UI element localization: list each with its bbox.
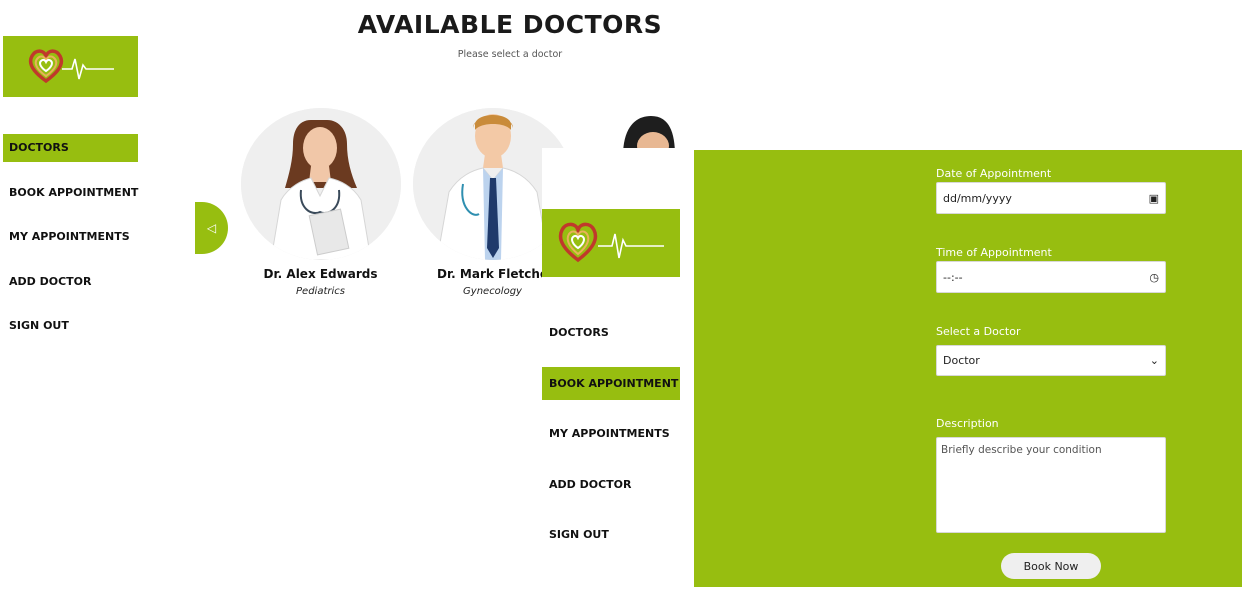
sidebar-item-my-appointments[interactable]: MY APPOINTMENTS [3, 223, 138, 251]
sidebar-item-sign-out[interactable]: SIGN OUT [3, 312, 138, 340]
heart-pulse-logo-icon [28, 48, 114, 83]
page-title: AVAILABLE DOCTORS [357, 10, 663, 39]
chevron-left-icon: ◁ [206, 221, 217, 235]
calendar-icon[interactable]: ▣ [1149, 192, 1159, 205]
page-subtitle: Please select a doctor [457, 49, 563, 60]
heart-pulse-logo-icon [558, 222, 664, 263]
sidebar-item-add-doctor[interactable]: ADD DOCTOR [3, 268, 138, 296]
sidebar-item-doctors[interactable]: DOCTORS [542, 316, 680, 349]
date-label: Date of Appointment [936, 167, 1052, 180]
logo[interactable] [542, 209, 680, 277]
doctor-photo [240, 108, 401, 260]
sidebar-overlay: DOCTORS BOOK APPOINTMENT MY APPOINTMENTS… [542, 148, 694, 593]
time-label: Time of Appointment [936, 246, 1052, 259]
sidebar-nav: DOCTORS BOOK APPOINTMENT MY APPOINTMENTS… [542, 316, 680, 569]
booking-form: Date of Appointment dd/mm/yyyy ▣ Time of… [694, 150, 1242, 587]
description-textarea[interactable] [936, 437, 1166, 533]
carousel-prev-button[interactable]: ◁ [195, 202, 228, 254]
time-value: --:-- [943, 270, 963, 284]
date-input[interactable]: dd/mm/yyyy ▣ [936, 182, 1166, 214]
sidebar-item-sign-out[interactable]: SIGN OUT [542, 518, 680, 551]
sidebar-item-book-appointment[interactable]: BOOK APPOINTMENT [542, 366, 680, 400]
book-now-button[interactable]: Book Now [1001, 553, 1101, 579]
app-page: DOCTORS BOOK APPOINTMENT MY APPOINTMENTS… [0, 0, 1250, 593]
doctor-select-value: Doctor [943, 354, 980, 367]
sidebar-nav: DOCTORS BOOK APPOINTMENT MY APPOINTMENTS… [3, 134, 138, 340]
time-input[interactable]: --:-- ◷ [936, 261, 1166, 293]
sidebar-item-doctors[interactable]: DOCTORS [3, 134, 138, 162]
doctor-card[interactable]: Dr. Alex Edwards Pediatrics [238, 108, 403, 297]
logo[interactable] [3, 36, 138, 97]
description-label: Description [936, 417, 999, 430]
clock-icon[interactable]: ◷ [1149, 271, 1159, 284]
sidebar-item-add-doctor[interactable]: ADD DOCTOR [542, 468, 680, 501]
sidebar: DOCTORS BOOK APPOINTMENT MY APPOINTMENTS… [3, 36, 138, 357]
chevron-down-icon: ⌄ [1149, 354, 1159, 367]
sidebar-item-book-appointment[interactable]: BOOK APPOINTMENT [3, 179, 138, 207]
doctor-name: Dr. Alex Edwards [263, 267, 378, 281]
doctor-select-label: Select a Doctor [936, 325, 1021, 338]
sidebar-item-my-appointments[interactable]: MY APPOINTMENTS [542, 417, 680, 450]
doctor-specialty: Pediatrics [296, 286, 345, 297]
date-value: dd/mm/yyyy [943, 191, 1012, 205]
doctor-avatar-icon [240, 108, 401, 260]
doctor-select[interactable]: Doctor ⌄ [936, 345, 1166, 376]
